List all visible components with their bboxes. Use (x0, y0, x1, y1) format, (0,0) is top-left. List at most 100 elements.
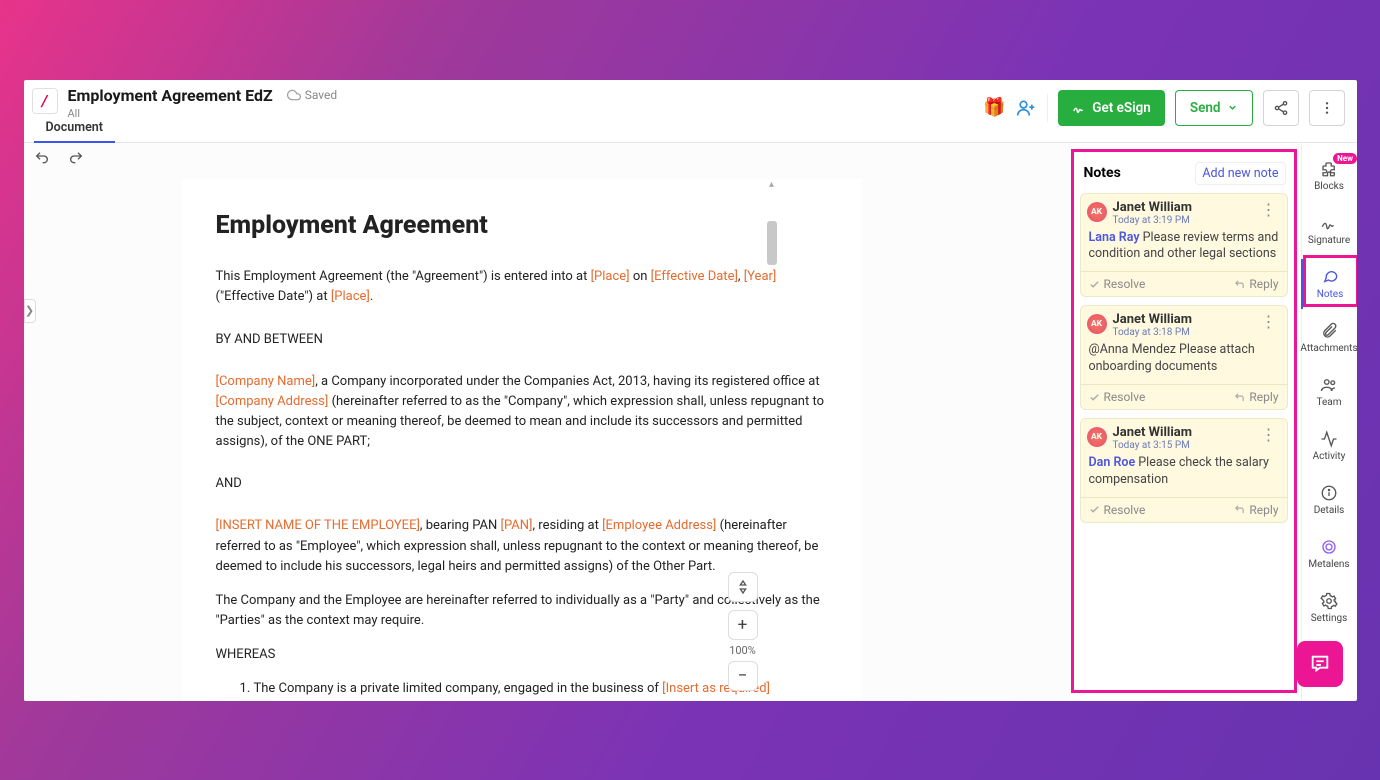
get-esign-button[interactable]: Get eSign (1058, 90, 1165, 126)
rail-metalens[interactable]: Metalens (1301, 529, 1357, 579)
placeholder-employee-name[interactable]: [INSERT NAME OF THE EMPLOYEE] (216, 518, 420, 533)
note-menu-button[interactable]: ⋮ (1257, 312, 1281, 331)
rail-details[interactable]: Details (1301, 475, 1357, 525)
more-button[interactable] (1309, 90, 1345, 126)
mention[interactable]: Lana Ray (1089, 230, 1140, 245)
placeholder-effective-date[interactable]: [Effective Date] (651, 269, 738, 284)
chat-fab[interactable] (1297, 641, 1343, 687)
add-note-button[interactable]: Add new note (1195, 162, 1285, 185)
fit-button[interactable] (728, 572, 758, 602)
rail-label: Settings (1311, 613, 1348, 624)
note-card[interactable]: AK Janet William Today at 3:19 PM ⋮ Lana… (1080, 193, 1288, 298)
chevron-down-icon (1227, 102, 1238, 113)
undo-button[interactable] (34, 150, 50, 170)
placeholder-company-address[interactable]: [Company Address] (216, 394, 329, 409)
placeholder-pan[interactable]: [PAN] (501, 518, 533, 533)
rail-settings[interactable]: Settings (1301, 583, 1357, 633)
note-author: Janet William (1113, 200, 1193, 215)
get-esign-label: Get eSign (1092, 100, 1151, 116)
document-zone: ❯ Employment Agreement This Employment A… (24, 143, 1071, 701)
new-badge: New (1333, 153, 1356, 164)
rail-blocks[interactable]: Blocks New (1301, 151, 1357, 201)
add-user-icon[interactable] (1015, 97, 1037, 119)
resolve-button[interactable]: Resolve (1089, 503, 1146, 517)
note-menu-button[interactable]: ⋮ (1257, 425, 1281, 444)
header-actions: 🎁 Get eSign Send (983, 90, 1344, 126)
reply-icon (1234, 392, 1245, 403)
undo-icon (34, 150, 50, 166)
note-timestamp: Today at 3:18 PM (1113, 327, 1193, 338)
placeholder-place[interactable]: [Place] (591, 269, 630, 284)
main-area: ❯ Employment Agreement This Employment A… (24, 143, 1357, 701)
rail-label: Attachments (1300, 343, 1356, 354)
rail-label: Team (1317, 397, 1342, 408)
notes-panel: Notes Add new note AK Janet William Toda… (1071, 149, 1297, 693)
rail-signature[interactable]: Signature (1301, 205, 1357, 255)
title-block: Employment Agreement EdZ Saved All (68, 86, 338, 120)
scroll-thumb[interactable] (767, 221, 777, 265)
cloud-icon (287, 88, 301, 102)
zoom-in-button[interactable]: + (728, 610, 758, 640)
rail-attachments[interactable]: Attachments (1301, 313, 1357, 363)
rail-team[interactable]: Team (1301, 367, 1357, 417)
avatar: AK (1087, 314, 1107, 334)
placeholder-place-2[interactable]: [Place] (331, 289, 370, 304)
chat-bubbles-icon (1309, 653, 1331, 675)
note-card[interactable]: AK Janet William Today at 3:15 PM ⋮ Dan … (1080, 418, 1288, 523)
note-timestamp: Today at 3:19 PM (1113, 215, 1193, 226)
zoom-controls: + 100% − (725, 572, 761, 691)
check-icon (1089, 504, 1100, 515)
note-body: Dan Roe Please check the salary compensa… (1081, 453, 1287, 497)
doc-paragraph: This Employment Agreement (the "Agreemen… (216, 267, 828, 307)
rail-label: Metalens (1308, 559, 1349, 570)
reply-button[interactable]: Reply (1234, 277, 1278, 291)
note-menu-button[interactable]: ⋮ (1257, 200, 1281, 219)
tab-document[interactable]: Document (34, 120, 115, 143)
app-logo[interactable]: / (32, 88, 58, 114)
sub-toolbar (24, 143, 1071, 177)
paperclip-icon (1320, 322, 1338, 340)
right-rail: Blocks New Signature Notes Attachments T… (1301, 143, 1357, 701)
more-vertical-icon (1319, 100, 1335, 116)
placeholder-employee-address[interactable]: [Employee Address] (602, 518, 716, 533)
resolve-button[interactable]: Resolve (1089, 390, 1146, 404)
doc-paragraph: [INSERT NAME OF THE EMPLOYEE], bearing P… (216, 516, 828, 576)
send-button[interactable]: Send (1175, 90, 1253, 126)
zoom-level: 100% (729, 644, 756, 657)
reply-button[interactable]: Reply (1234, 503, 1278, 517)
reply-button[interactable]: Reply (1234, 390, 1278, 404)
check-icon (1089, 392, 1100, 403)
note-body: Lana Ray Please review terms and conditi… (1081, 228, 1287, 272)
side-tag-handle[interactable]: ❯ (24, 299, 36, 323)
send-label: Send (1190, 100, 1221, 116)
fit-icon (735, 579, 751, 595)
signature-icon (1320, 214, 1338, 232)
save-status: Saved (287, 88, 337, 102)
notes-header: Notes Add new note (1080, 158, 1288, 193)
notes-title: Notes (1084, 165, 1121, 181)
note-body: @Anna Mendez Please attach onboarding do… (1081, 340, 1287, 384)
avatar: AK (1087, 202, 1107, 222)
rail-label: Blocks (1314, 181, 1344, 192)
resolve-button[interactable]: Resolve (1089, 277, 1146, 291)
share-icon (1273, 100, 1289, 116)
note-timestamp: Today at 3:15 PM (1113, 440, 1193, 451)
placeholder-company-name[interactable]: [Company Name] (216, 374, 316, 389)
rail-label: Signature (1308, 235, 1350, 246)
team-icon (1320, 376, 1338, 394)
info-icon (1320, 484, 1338, 502)
rail-activity[interactable]: Activity (1301, 421, 1357, 471)
mention[interactable]: Dan Roe (1089, 455, 1136, 470)
version-label[interactable]: All (68, 107, 338, 120)
zoom-out-button[interactable]: − (728, 661, 758, 691)
share-button[interactable] (1263, 90, 1299, 126)
scroll-up-icon[interactable]: ▴ (765, 179, 779, 191)
document-title[interactable]: Employment Agreement EdZ (68, 86, 273, 105)
scrollbar[interactable]: ▴ (765, 179, 779, 701)
redo-icon (68, 150, 84, 166)
redo-button[interactable] (68, 150, 84, 170)
gift-icon[interactable]: 🎁 (983, 97, 1005, 119)
note-card[interactable]: AK Janet William Today at 3:18 PM ⋮ @Ann… (1080, 305, 1288, 410)
doc-heading: Employment Agreement (216, 207, 828, 246)
doc-paragraph: AND (216, 474, 828, 494)
